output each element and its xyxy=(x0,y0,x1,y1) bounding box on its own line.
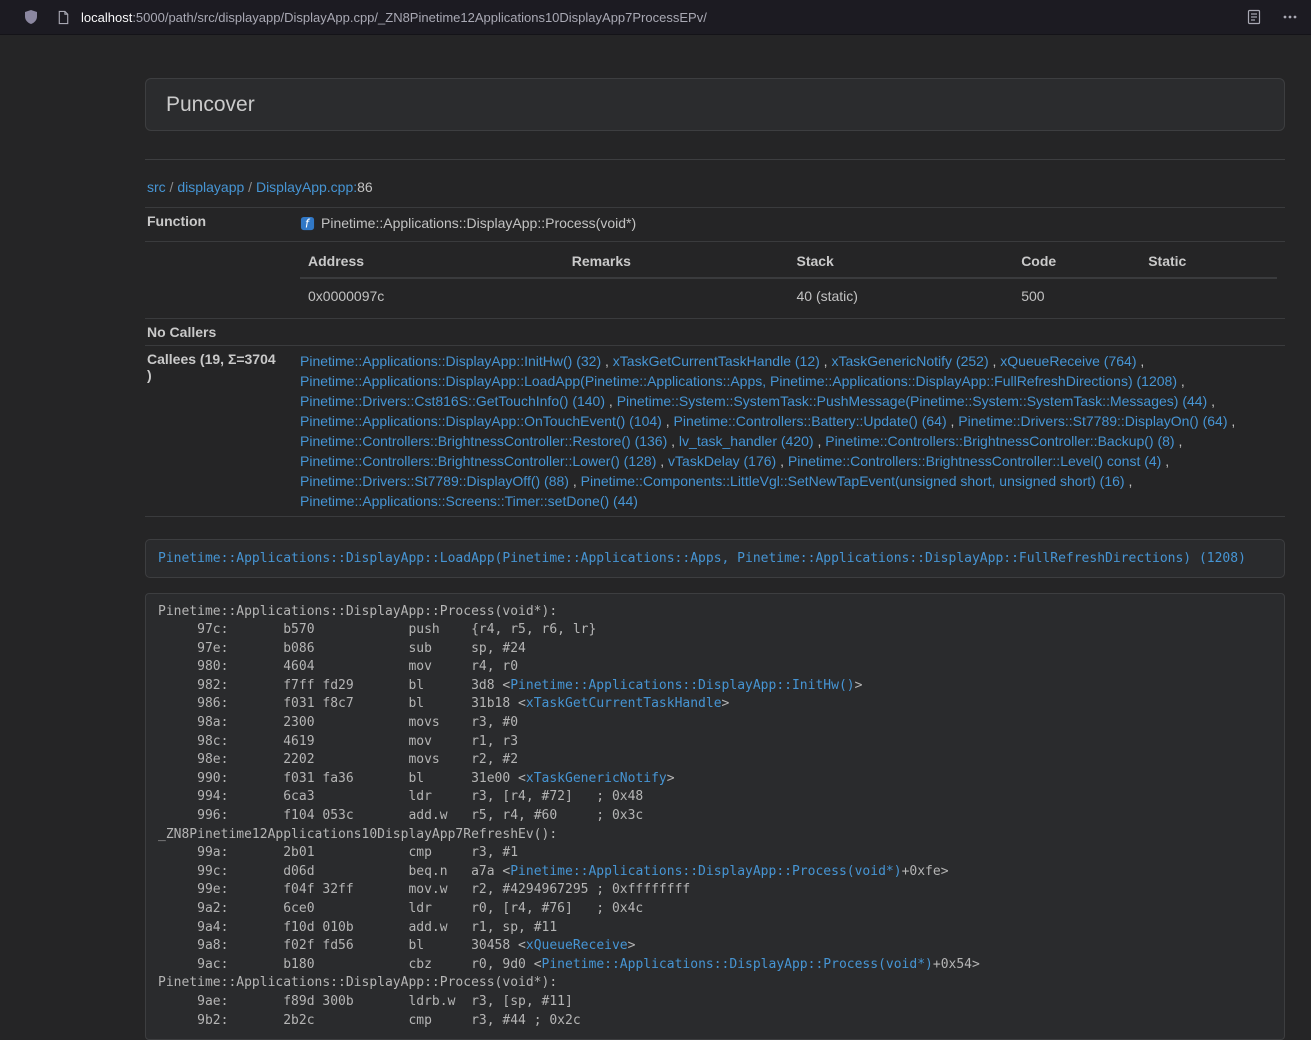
page-title: Puncover xyxy=(166,90,1264,119)
disassembly-block: Pinetime::Applications::DisplayApp::Proc… xyxy=(145,593,1285,1040)
stats-header: Remarks xyxy=(564,247,789,278)
stats-value: 500 xyxy=(1013,278,1140,313)
callee-link[interactable]: xTaskGetCurrentTaskHandle (12) xyxy=(613,353,820,369)
stats-table: AddressRemarksStackCodeStatic 0x0000097c… xyxy=(300,247,1277,313)
stats-header-row: AddressRemarksStackCodeStatic xyxy=(300,247,1277,278)
stats-header: Code xyxy=(1013,247,1140,278)
callee-link[interactable]: Pinetime::Applications::Screens::Timer::… xyxy=(300,493,638,509)
callee-link[interactable]: Pinetime::Applications::DisplayApp::OnTo… xyxy=(300,413,662,429)
symbol-table: Function Pinetime::Applications::Display… xyxy=(145,207,1285,517)
menu-dots-icon[interactable] xyxy=(1282,9,1298,25)
tracking-shield-icon[interactable] xyxy=(23,9,39,25)
asm-line: 994: 6ca3 ldr r3, [r4, #72] ; 0x48 xyxy=(158,788,1272,807)
url-path: :5000/path/src/displayapp/DisplayApp.cpp… xyxy=(132,10,707,25)
url-host: localhost xyxy=(81,10,132,25)
asm-line: 98c: 4619 mov r1, r3 xyxy=(158,733,1272,752)
breadcrumb-link[interactable]: displayapp xyxy=(177,179,244,195)
callees-label: Callees (19, Σ=3704 ) xyxy=(145,345,292,516)
stats-value: 40 (static) xyxy=(788,278,1013,313)
page-info-icon[interactable] xyxy=(56,10,71,25)
breadcrumb: src / displayapp / DisplayApp.cpp:86 xyxy=(147,177,1285,197)
callee-link[interactable]: Pinetime::Controllers::BrightnessControl… xyxy=(300,453,656,469)
asm-line: Pinetime::Applications::DisplayApp::Proc… xyxy=(158,974,1272,993)
asm-symbol-link[interactable]: Pinetime::Applications::DisplayApp::Proc… xyxy=(542,957,933,972)
callee-link[interactable]: Pinetime::Controllers::Battery::Update()… xyxy=(674,413,947,429)
callee-link[interactable]: Pinetime::Applications::DisplayApp::Init… xyxy=(300,353,601,369)
breadcrumb-line-number: 86 xyxy=(357,179,373,195)
asm-line: 98e: 2202 movs r2, #2 xyxy=(158,751,1272,770)
asm-line: 996: f104 053c add.w r5, r4, #60 ; 0x3c xyxy=(158,807,1272,826)
callee-link[interactable]: lv_task_handler (420) xyxy=(679,433,814,449)
page-header: Puncover xyxy=(145,78,1285,131)
asm-line: _ZN8Pinetime12Applications10DisplayApp7R… xyxy=(158,826,1272,845)
stats-header: Static xyxy=(1140,247,1277,278)
callee-link[interactable]: Pinetime::Controllers::BrightnessControl… xyxy=(300,433,667,449)
callee-link[interactable]: Pinetime::Applications::DisplayApp::Load… xyxy=(300,373,1177,389)
stats-value: 0x0000097c xyxy=(300,278,564,313)
asm-line: 9a8: f02f fd56 bl 30458 <xQueueReceive> xyxy=(158,937,1272,956)
function-name: Pinetime::Applications::DisplayApp::Proc… xyxy=(321,213,636,233)
breadcrumb-separator: / xyxy=(244,179,256,195)
callee-link[interactable]: Pinetime::Controllers::BrightnessControl… xyxy=(788,453,1161,469)
function-row: Function Pinetime::Applications::Display… xyxy=(145,208,1285,242)
callee-link[interactable]: Pinetime::Controllers::BrightnessControl… xyxy=(825,433,1174,449)
stats-header: Address xyxy=(300,247,564,278)
asm-line: 9ae: f89d 300b ldrb.w r3, [sp, #11] xyxy=(158,993,1272,1012)
reader-view-icon[interactable] xyxy=(1246,9,1262,25)
breadcrumb-link[interactable]: src xyxy=(147,179,166,195)
callee-link[interactable]: Pinetime::Drivers::St7789::DisplayOff() … xyxy=(300,473,569,489)
asm-line: 98a: 2300 movs r3, #0 xyxy=(158,714,1272,733)
asm-line: 982: f7ff fd29 bl 3d8 <Pinetime::Applica… xyxy=(158,677,1272,696)
callee-link[interactable]: xTaskGenericNotify (252) xyxy=(831,353,988,369)
callee-link[interactable]: Pinetime::System::SystemTask::PushMessag… xyxy=(617,393,1208,409)
stats-header: Stack xyxy=(788,247,1013,278)
url-bar[interactable]: localhost:5000/path/src/displayapp/Displ… xyxy=(81,10,1246,25)
asm-symbol-link[interactable]: Pinetime::Applications::DisplayApp::Init… xyxy=(510,678,854,693)
asm-line: 9a4: f10d 010b add.w r1, sp, #11 xyxy=(158,919,1272,938)
highlighted-callee-panel: Pinetime::Applications::DisplayApp::Load… xyxy=(145,539,1285,578)
stats-value xyxy=(1140,278,1277,313)
stats-row: AddressRemarksStackCodeStatic 0x0000097c… xyxy=(145,241,1285,318)
callee-link[interactable]: Pinetime::Components::LittleVgl::SetNewT… xyxy=(581,473,1125,489)
no-callers-row: No Callers xyxy=(145,318,1285,345)
stats-value xyxy=(564,278,789,313)
function-icon xyxy=(300,216,315,231)
browser-chrome: localhost:5000/path/src/displayapp/Displ… xyxy=(0,0,1311,35)
breadcrumb-separator: / xyxy=(166,179,178,195)
callee-link[interactable]: vTaskDelay (176) xyxy=(668,453,776,469)
asm-symbol-link[interactable]: xTaskGenericNotify xyxy=(526,771,667,786)
highlighted-callee-link[interactable]: Pinetime::Applications::DisplayApp::Load… xyxy=(158,551,1246,566)
asm-line: 97c: b570 push {r4, r5, r6, lr} xyxy=(158,621,1272,640)
asm-line: 9ac: b180 cbz r0, 9d0 <Pinetime::Applica… xyxy=(158,956,1272,975)
callees-row: Callees (19, Σ=3704 ) Pinetime::Applicat… xyxy=(145,345,1285,516)
callee-link[interactable]: Pinetime::Drivers::Cst816S::GetTouchInfo… xyxy=(300,393,605,409)
asm-line: 99c: d06d beq.n a7a <Pinetime::Applicati… xyxy=(158,863,1272,882)
asm-line: 99e: f04f 32ff mov.w r2, #4294967295 ; 0… xyxy=(158,881,1272,900)
asm-symbol-link[interactable]: Pinetime::Applications::DisplayApp::Proc… xyxy=(510,864,901,879)
asm-line: 986: f031 f8c7 bl 31b18 <xTaskGetCurrent… xyxy=(158,695,1272,714)
puncover-page: Puncover src / displayapp / DisplayApp.c… xyxy=(145,78,1285,1040)
asm-line: 9a2: 6ce0 ldr r0, [r4, #76] ; 0x4c xyxy=(158,900,1272,919)
asm-line: 990: f031 fa36 bl 31e00 <xTaskGenericNot… xyxy=(158,770,1272,789)
callees-list: Pinetime::Applications::DisplayApp::Init… xyxy=(292,345,1285,516)
divider xyxy=(145,159,1285,160)
breadcrumb-link[interactable]: DisplayApp.cpp: xyxy=(256,179,357,195)
asm-symbol-link[interactable]: xQueueReceive xyxy=(526,938,628,953)
callee-link[interactable]: Pinetime::Drivers::St7789::DisplayOn() (… xyxy=(958,413,1227,429)
asm-symbol-link[interactable]: xTaskGetCurrentTaskHandle xyxy=(526,696,722,711)
asm-line: 97e: b086 sub sp, #24 xyxy=(158,640,1272,659)
asm-line: 980: 4604 mov r4, r0 xyxy=(158,658,1272,677)
stats-value-row: 0x0000097c 40 (static)500 xyxy=(300,278,1277,313)
asm-line: 9b2: 2b2c cmp r3, #44 ; 0x2c xyxy=(158,1012,1272,1031)
asm-line: 99a: 2b01 cmp r3, #1 xyxy=(158,844,1272,863)
asm-line: Pinetime::Applications::DisplayApp::Proc… xyxy=(158,603,1272,622)
function-label: Function xyxy=(145,208,292,242)
no-callers-label: No Callers xyxy=(145,318,292,345)
callee-link[interactable]: xQueueReceive (764) xyxy=(1000,353,1136,369)
